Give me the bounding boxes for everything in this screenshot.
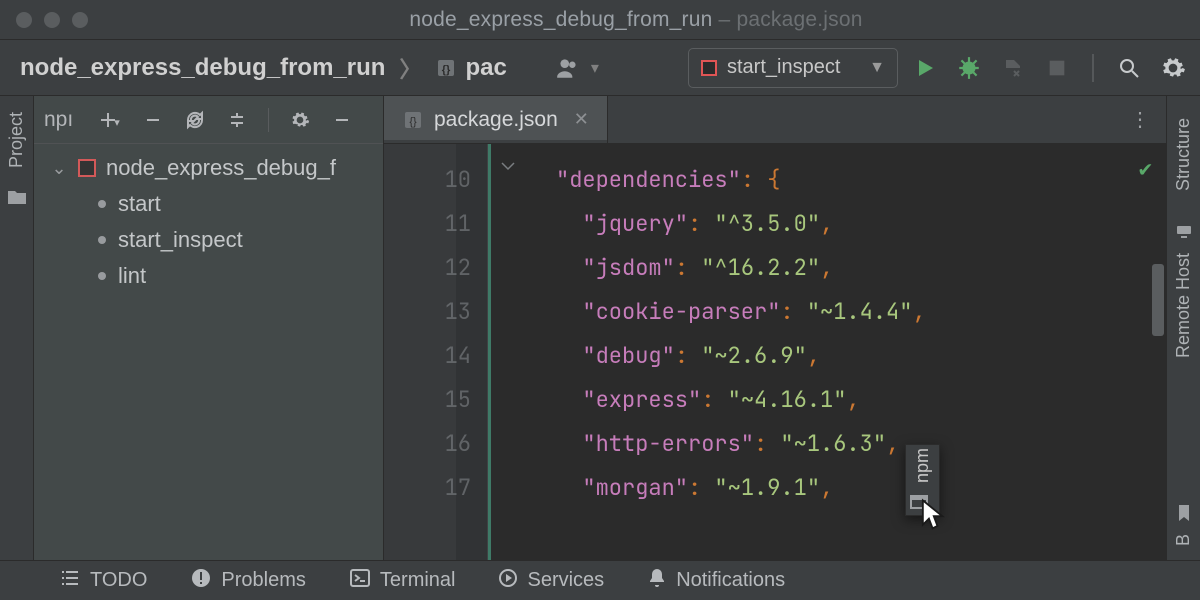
code-line[interactable]: "cookie-parser": "~1.4.4",	[556, 290, 1166, 334]
npm-tool-window: npı ▾ ⌄ node_express_debug_f start start_…	[34, 96, 384, 560]
status-problems[interactable]: Problems	[191, 568, 305, 594]
structure-tool-button[interactable]: Structure	[1173, 104, 1194, 199]
code-line[interactable]: "jsdom": "^16.2.2",	[556, 246, 1166, 290]
analysis-ok-icon[interactable]: ✔	[1139, 154, 1152, 183]
status-todo[interactable]: TODO	[60, 569, 147, 592]
editor-tabs: {} package.json ✕ ⋮	[384, 96, 1166, 144]
json-file-icon: {}	[435, 57, 457, 79]
run-config-icon	[701, 60, 717, 76]
separator	[1092, 54, 1094, 82]
bullet-icon	[98, 272, 106, 280]
fold-toggle-icon[interactable]	[491, 158, 524, 174]
minimize-icon[interactable]	[329, 111, 355, 129]
left-tool-strip: Project	[0, 96, 34, 560]
term-icon	[350, 569, 370, 593]
run-config-label: start_inspect	[727, 56, 840, 79]
status-notifications[interactable]: Notifications	[648, 568, 785, 594]
window-title: node_express_debug_from_run – package.js…	[88, 8, 1184, 32]
scrollbar-thumb[interactable]	[1152, 264, 1164, 336]
attach-button[interactable]	[996, 51, 1030, 85]
warn-icon	[191, 568, 211, 594]
breadcrumb-root[interactable]: node_express_debug_from_run	[20, 54, 385, 82]
tree-root-row[interactable]: ⌄ node_express_debug_f	[44, 150, 383, 186]
npm-script-item[interactable]: lint	[44, 258, 383, 294]
code-editor[interactable]: 1011121314151617 "dependencies": { "jque…	[384, 144, 1166, 560]
code-line[interactable]: "http-errors": "~1.6.3",	[556, 422, 1166, 466]
code-line[interactable]: "jquery": "^3.5.0",	[556, 202, 1166, 246]
cursor-icon	[920, 498, 950, 532]
minimize-window-dot[interactable]	[44, 12, 60, 28]
editor-tabs-menu[interactable]: ⋮	[1114, 96, 1166, 143]
debug-button[interactable]	[952, 51, 986, 85]
status-label: Terminal	[380, 569, 456, 592]
breadcrumb-file[interactable]: pac	[465, 54, 506, 82]
run-button[interactable]	[908, 51, 942, 85]
tree-root-label: node_express_debug_f	[106, 155, 336, 181]
npm-script-label: start	[118, 191, 161, 217]
svg-text:{}: {}	[409, 116, 417, 128]
refresh-icon[interactable]	[182, 110, 208, 130]
collapse-all-icon[interactable]	[224, 111, 250, 129]
json-file-icon: {}	[402, 109, 424, 131]
npm-script-item[interactable]: start_inspect	[44, 222, 383, 258]
separator	[268, 108, 269, 132]
vcs-users-icon[interactable]	[551, 51, 585, 85]
code-line[interactable]: "dependencies": {	[556, 158, 1166, 202]
fold-column[interactable]	[488, 144, 524, 560]
navigation-bar: node_express_debug_from_run 〉 {} pac ▾ s…	[0, 40, 1200, 96]
gear-icon[interactable]	[287, 110, 313, 130]
zoom-window-dot[interactable]	[72, 12, 88, 28]
status-terminal[interactable]: Terminal	[350, 569, 456, 593]
npm-script-label: lint	[118, 263, 146, 289]
run-config-selector[interactable]: start_inspect ▼	[688, 48, 898, 88]
bullet-icon	[98, 200, 106, 208]
tab-label: package.json	[434, 108, 558, 132]
remote-host-tool-button[interactable]: Remote Host	[1173, 215, 1194, 366]
bell-icon	[648, 568, 666, 594]
breadcrumb[interactable]: node_express_debug_from_run 〉 {} pac	[20, 52, 507, 84]
close-icon[interactable]: ✕	[574, 109, 589, 130]
titlebar: node_express_debug_from_run – package.js…	[0, 0, 1200, 40]
chevron-right-icon: 〉	[399, 52, 421, 84]
list-icon	[60, 569, 80, 592]
search-button[interactable]	[1112, 51, 1146, 85]
status-label: Problems	[221, 569, 305, 592]
bullet-icon	[98, 236, 106, 244]
status-bar: TODO Problems Terminal Services Notification…	[0, 560, 1200, 600]
stop-button[interactable]	[1040, 51, 1074, 85]
status-label: Notifications	[676, 569, 785, 592]
settings-button[interactable]	[1156, 51, 1190, 85]
npm-tool-title: npı	[44, 108, 82, 132]
npm-script-item[interactable]: start	[44, 186, 383, 222]
code-line[interactable]: "express": "~4.16.1",	[556, 378, 1166, 422]
editor-area: {} package.json ✕ ⋮ 1011121314151617 "de…	[384, 96, 1166, 560]
code-content[interactable]: "dependencies": { "jquery": "^3.5.0", "j…	[524, 144, 1166, 560]
code-line[interactable]: "morgan": "~1.9.1",	[556, 466, 1166, 510]
status-services[interactable]: Services	[499, 569, 604, 593]
remove-icon[interactable]	[140, 111, 166, 129]
play-icon	[499, 569, 517, 593]
add-icon[interactable]: ▾	[98, 110, 124, 130]
chevron-down-icon[interactable]: ⌄	[50, 158, 68, 179]
project-folder-icon[interactable]	[7, 188, 27, 212]
chevron-down-icon[interactable]: ▾	[591, 58, 599, 78]
bookmarks-tool-button[interactable]: B	[1173, 496, 1194, 554]
npm-script-label: start_inspect	[118, 227, 243, 253]
right-tool-strip: Structure Remote Host B	[1166, 96, 1200, 560]
tab-package-json[interactable]: {} package.json ✕	[384, 96, 608, 143]
project-tool-button[interactable]: Project	[6, 112, 27, 168]
chevron-down-icon: ▼	[869, 59, 885, 77]
npm-scripts-tree[interactable]: ⌄ node_express_debug_f start start_inspec…	[34, 144, 383, 294]
status-label: TODO	[90, 569, 147, 592]
window-controls	[16, 12, 88, 28]
npm-tool-header: npı ▾	[34, 96, 383, 144]
status-label: Services	[527, 569, 604, 592]
close-window-dot[interactable]	[16, 12, 32, 28]
npm-project-icon	[78, 159, 96, 177]
code-line[interactable]: "debug": "~2.6.9",	[556, 334, 1166, 378]
line-gutter[interactable]: 1011121314151617	[384, 144, 488, 560]
svg-text:{}: {}	[442, 64, 451, 76]
